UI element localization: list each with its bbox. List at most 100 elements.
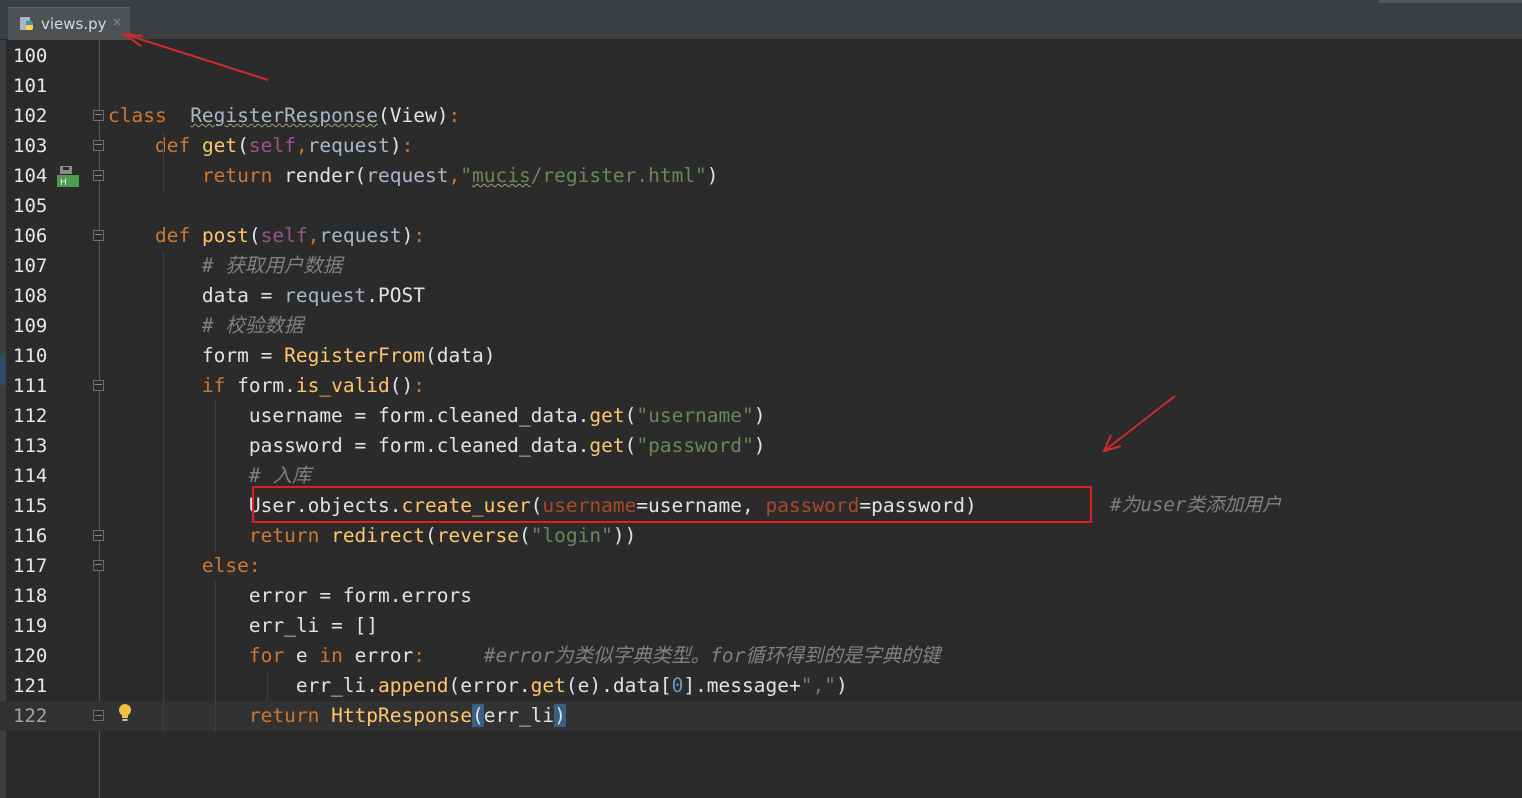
tab-views-py[interactable]: views.py × bbox=[8, 7, 130, 40]
code-text: def get(self,request): bbox=[108, 131, 413, 161]
code-line[interactable]: 106 def post(self,request): bbox=[0, 221, 1522, 251]
line-number: 114 bbox=[13, 465, 48, 487]
code-token: (data) bbox=[425, 344, 496, 367]
indent-guide bbox=[163, 131, 164, 191]
code-token: data = bbox=[108, 284, 285, 307]
code-token: ].message+ bbox=[683, 674, 801, 697]
code-token: class bbox=[108, 104, 167, 127]
code-token: # 入库 bbox=[248, 464, 312, 487]
line-number: 115 bbox=[13, 495, 48, 517]
svg-text:H: H bbox=[60, 178, 67, 187]
code-editor[interactable]: 100 101 102 class RegisterResponse(View): 10… bbox=[0, 40, 1522, 798]
line-number: 112 bbox=[13, 405, 48, 427]
code-line[interactable]: 112 username = form.cleaned_data.get("us… bbox=[0, 401, 1522, 431]
code-token: : bbox=[413, 644, 426, 667]
code-line[interactable]: 111 if form.is_valid(): bbox=[0, 371, 1522, 401]
code-line[interactable]: 102 class RegisterResponse(View): bbox=[0, 101, 1522, 131]
code-line[interactable]: 105 bbox=[0, 191, 1522, 221]
code-line[interactable]: 121 err_li.append(error.get(e).data[0].m… bbox=[0, 671, 1522, 701]
code-token: "username" bbox=[636, 404, 754, 427]
code-token: .POST bbox=[366, 284, 425, 307]
code-line[interactable]: 116 return redirect(reverse("login")) bbox=[0, 521, 1522, 551]
code-token: error bbox=[354, 644, 414, 667]
code-line[interactable]: 113 password = form.cleaned_data.get("pa… bbox=[0, 431, 1522, 461]
code-token: ( bbox=[248, 224, 261, 247]
code-token: def bbox=[154, 134, 202, 157]
annotation-highlight-box bbox=[252, 486, 1092, 523]
code-token: return bbox=[248, 704, 332, 727]
tab-close-icon[interactable]: × bbox=[112, 15, 122, 29]
fold-end-icon[interactable] bbox=[93, 710, 104, 721]
code-line[interactable]: 120 for e in error: #error为类似字典类型。for循环得… bbox=[0, 641, 1522, 671]
code-token: if bbox=[201, 374, 238, 397]
code-line[interactable]: 100 bbox=[0, 41, 1522, 71]
code-token: append bbox=[378, 674, 449, 697]
line-number: 122 bbox=[13, 705, 48, 727]
code-line[interactable]: 104 return render(request,"mucis/registe… bbox=[0, 161, 1522, 191]
code-text: # 校验数据 bbox=[108, 311, 303, 341]
code-token: redirect bbox=[331, 524, 425, 547]
code-line[interactable]: 117 else: bbox=[0, 551, 1522, 581]
fold-end-icon[interactable] bbox=[93, 530, 104, 541]
code-token: ) bbox=[401, 224, 414, 247]
line-number: 108 bbox=[13, 285, 48, 307]
code-token: , bbox=[295, 134, 308, 157]
fold-collapse-icon[interactable] bbox=[93, 560, 104, 571]
run-gutter-icon[interactable]: H bbox=[57, 165, 81, 187]
code-token: (error. bbox=[448, 674, 531, 697]
code-token: , bbox=[448, 164, 461, 187]
line-number: 107 bbox=[13, 255, 48, 277]
code-token: "login" bbox=[530, 524, 613, 547]
code-line[interactable]: 122 return HttpResponse(err_li) bbox=[0, 701, 1522, 731]
code-text: # 获取用户数据 bbox=[108, 251, 342, 281]
code-token: ) bbox=[835, 674, 848, 697]
fold-collapse-icon[interactable] bbox=[93, 110, 104, 121]
code-text: def post(self,request): bbox=[108, 221, 425, 251]
code-line[interactable]: 109 # 校验数据 bbox=[0, 311, 1522, 341]
fold-collapse-icon[interactable] bbox=[93, 140, 104, 151]
indent-guide bbox=[267, 671, 268, 701]
fold-end-icon[interactable] bbox=[93, 170, 104, 181]
fold-collapse-icon[interactable] bbox=[93, 380, 104, 391]
code-token: err_li bbox=[483, 704, 555, 727]
code-token: ) bbox=[706, 164, 719, 187]
code-token: () bbox=[389, 374, 414, 397]
tab-title: views.py bbox=[41, 15, 107, 33]
line-number: 119 bbox=[13, 615, 48, 637]
code-line[interactable]: 107 # 获取用户数据 bbox=[0, 251, 1522, 281]
code-token: HttpResponse bbox=[331, 704, 472, 727]
code-token: ) bbox=[753, 434, 766, 457]
code-line[interactable]: 101 bbox=[0, 71, 1522, 101]
intention-bulb-icon[interactable] bbox=[118, 703, 132, 723]
code-token: ) bbox=[753, 404, 766, 427]
code-line[interactable]: 119 err_li = [] bbox=[0, 611, 1522, 641]
code-token: post bbox=[201, 224, 249, 247]
code-token: ( bbox=[624, 434, 637, 457]
code-token: RegisterResponse bbox=[190, 104, 379, 127]
code-line[interactable]: 108 data = request.POST bbox=[0, 281, 1522, 311]
code-text: err_li = [] bbox=[108, 611, 378, 641]
code-text: return HttpResponse(err_li) bbox=[108, 701, 566, 731]
code-token: get bbox=[530, 674, 566, 697]
code-text: class RegisterResponse(View): bbox=[108, 101, 460, 131]
code-line[interactable]: 103 def get(self,request): bbox=[0, 131, 1522, 161]
code-token: request bbox=[319, 224, 402, 247]
code-line[interactable]: 110 form = RegisterFrom(data) bbox=[0, 341, 1522, 371]
line-number: 104 bbox=[13, 165, 48, 187]
code-token: "," bbox=[800, 674, 836, 697]
code-token: request bbox=[284, 284, 367, 307]
fold-collapse-icon[interactable] bbox=[93, 230, 104, 241]
code-token: get bbox=[201, 134, 238, 157]
line-number: 102 bbox=[13, 105, 48, 127]
code-token: )) bbox=[612, 524, 637, 547]
line-number: 113 bbox=[13, 435, 48, 457]
code-token: ( bbox=[518, 524, 531, 547]
code-line[interactable]: 118 error = form.errors bbox=[0, 581, 1522, 611]
